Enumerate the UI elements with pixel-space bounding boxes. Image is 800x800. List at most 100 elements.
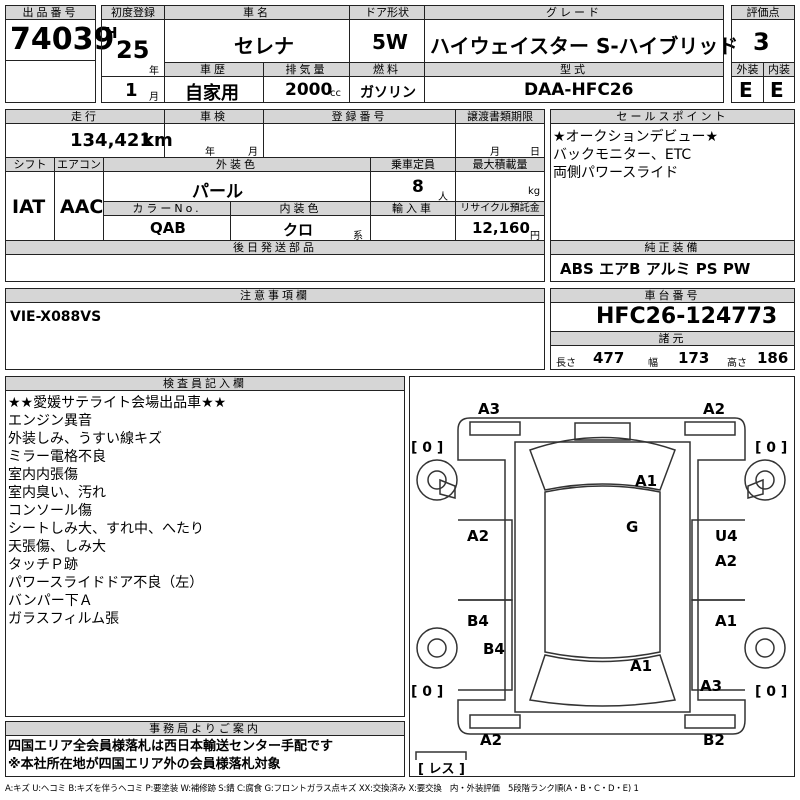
tyre-rear-left: [ 0 ]: [411, 684, 444, 700]
displacement: 2000: [285, 80, 333, 100]
car-name-label: 車名: [164, 5, 350, 20]
recycle-label: リサイクル預託金: [455, 201, 545, 216]
reg-month-unit: 月: [149, 92, 159, 103]
damage-mark: A2: [480, 731, 503, 749]
transfer-day-unit: 日: [530, 147, 540, 158]
later-parts-cell: [5, 254, 545, 282]
mileage: 134,421: [70, 130, 152, 151]
color-label: 外装色: [103, 157, 371, 172]
office-lines: 四国エリア全会員様落札は西日本輸送センター手配です ※本社所在地が四国エリア外の…: [8, 738, 333, 774]
inspector-line: 室内臭い、汚れ: [8, 485, 106, 501]
shift-label: シフト: [5, 157, 55, 172]
transfer-month-unit: 月: [490, 147, 500, 158]
later-parts-label: 後日発送部品: [5, 240, 545, 255]
damage-diagram-frame: [409, 376, 795, 777]
inspector-line: タッチＰ跡: [8, 557, 78, 573]
length-label: 長さ: [556, 358, 576, 369]
interior-color-label: 内装色: [230, 201, 371, 216]
damage-mark: A1: [715, 612, 738, 630]
transfer-label: 譲渡書類期限: [455, 109, 545, 124]
reg-year: 25: [116, 36, 150, 64]
inspector-line: コンソール傷: [8, 503, 92, 519]
chassis-label: 車台番号: [550, 288, 795, 303]
inspector-lines: ★★愛媛サテライト会場出品車★★ エンジン異音 外装しみ、うすい線キズ ミラー電…: [8, 394, 226, 628]
first-reg-label: 初度登録: [101, 5, 165, 20]
shift: IAT: [12, 196, 46, 218]
sales-point-item: ★オークションデビュー★: [553, 129, 719, 145]
inspector-line: エンジン異音: [8, 413, 92, 429]
score-label: 評価点: [731, 5, 795, 20]
reg-month: 1: [125, 80, 138, 101]
damage-mark: B4: [467, 612, 489, 630]
legend: A:キズ U:ヘコミ B:キズを伴うヘコミ P:要塗装 W:補修跡 S:錆 C:…: [5, 784, 639, 794]
damage-mark: B2: [703, 731, 725, 749]
sales-point-item: バックモニター、ETC: [553, 147, 692, 163]
load-unit: kg: [528, 186, 541, 197]
mileage-label: 走行: [5, 109, 165, 124]
damage-mark: A3: [700, 677, 723, 695]
displacement-unit: cc: [330, 88, 341, 99]
ext-label: 外装: [731, 62, 764, 77]
damage-mark: B4: [483, 640, 505, 658]
model: DAA-HFC26: [524, 80, 634, 100]
int-label: 内装: [763, 62, 795, 77]
plate-label: 登録番号: [263, 109, 456, 124]
office-line: 四国エリア全会員様落札は西日本輸送センター手配です: [8, 739, 334, 754]
reg-year-unit: 年: [149, 66, 159, 77]
sales-points-list: ★オークションデビュー★ バックモニター、ETC 両側パワースライド: [553, 128, 718, 182]
inspection-year-unit: 年: [205, 147, 215, 158]
import-cell: [370, 215, 456, 241]
lot-number: 74039: [10, 22, 115, 57]
inspector-line: ★★愛媛サテライト会場出品車★★: [8, 395, 227, 411]
fuel: ガソリン: [360, 85, 416, 101]
inspection-month-unit: 月: [248, 147, 258, 158]
tyre-front-right: [ 0 ]: [755, 440, 788, 456]
inspector-label: 検査員記入欄: [5, 376, 405, 391]
inspection-label: 車検: [164, 109, 264, 124]
door-type: 5W: [372, 30, 408, 54]
inspector-line: ミラー電格不良: [8, 449, 106, 465]
ac-label: エアコン: [54, 157, 104, 172]
grade: ハイウェイスター S-ハイブリッド: [430, 34, 739, 58]
damage-mark: A1: [635, 472, 658, 490]
door-label: ドア形状: [349, 5, 425, 20]
damage-mark: A2: [715, 552, 738, 570]
damage-mark: A3: [478, 400, 501, 418]
sales-point-item: 両側パワースライド: [553, 165, 679, 181]
notes-label: 注意事項欄: [5, 288, 545, 303]
dims-label: 諸元: [550, 331, 795, 346]
damage-mark: A2: [703, 400, 726, 418]
damage-mark: A2: [467, 527, 490, 545]
office-label: 事務局よりご案内: [5, 721, 405, 736]
history: 自家用: [185, 83, 239, 104]
notes-value: VIE-X088VS: [10, 309, 102, 325]
width-label: 幅: [648, 358, 658, 369]
fuel-label: 燃料: [349, 62, 425, 77]
tyre-rear-right: [ 0 ]: [755, 684, 788, 700]
height-label: 高さ: [727, 358, 747, 369]
capacity-label: 乗車定員: [370, 157, 456, 172]
ext-score: E: [739, 78, 753, 102]
height: 186: [757, 349, 789, 367]
inspector-line: 外装しみ、うすい線キズ: [8, 431, 162, 447]
model-label: 型式: [424, 62, 724, 77]
capacity: 8: [412, 177, 424, 197]
int-score: E: [770, 78, 784, 102]
lot-blank-cell: [5, 60, 96, 103]
plate-cell: [263, 123, 456, 158]
inspector-line: パワースライドドア不良（左）: [8, 575, 204, 591]
equipment-label: 純正装備: [550, 240, 795, 255]
inspector-line: 天張傷、しみ大: [8, 539, 106, 555]
inspector-line: ガラスフィルム張: [8, 611, 120, 627]
damage-mark: U4: [715, 527, 738, 545]
equipment: ABS エアB アルミ PS PW: [560, 260, 751, 278]
spare-tyre: [ レス ]: [418, 762, 465, 777]
width: 173: [678, 349, 710, 367]
recycle: 12,160: [472, 219, 530, 237]
color: パール: [192, 182, 243, 202]
grade-label: グレード: [424, 5, 724, 20]
sales-points-label: セールスポイント: [550, 109, 795, 124]
colorno-label: カラーNo.: [103, 201, 231, 216]
colorno: QAB: [150, 219, 186, 237]
history-label: 車歴: [164, 62, 264, 77]
